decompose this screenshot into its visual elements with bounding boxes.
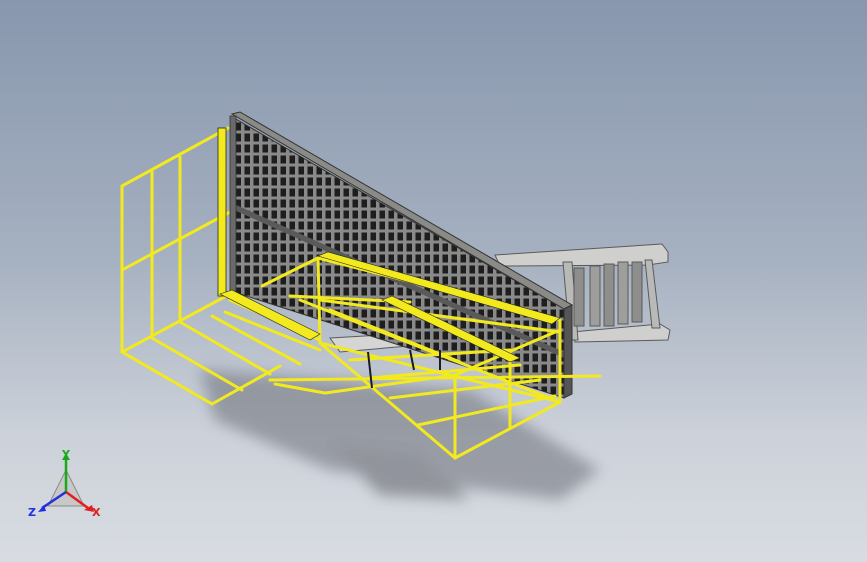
model-scene[interactable]: [0, 0, 867, 562]
view-orientation-triad[interactable]: Y X Z: [26, 450, 106, 522]
y-axis-label: Y: [61, 450, 71, 461]
3d-viewport[interactable]: Y X Z: [0, 0, 867, 562]
left-post: [217, 127, 227, 297]
z-axis-label: Z: [28, 506, 36, 519]
x-axis-label: X: [92, 506, 101, 519]
